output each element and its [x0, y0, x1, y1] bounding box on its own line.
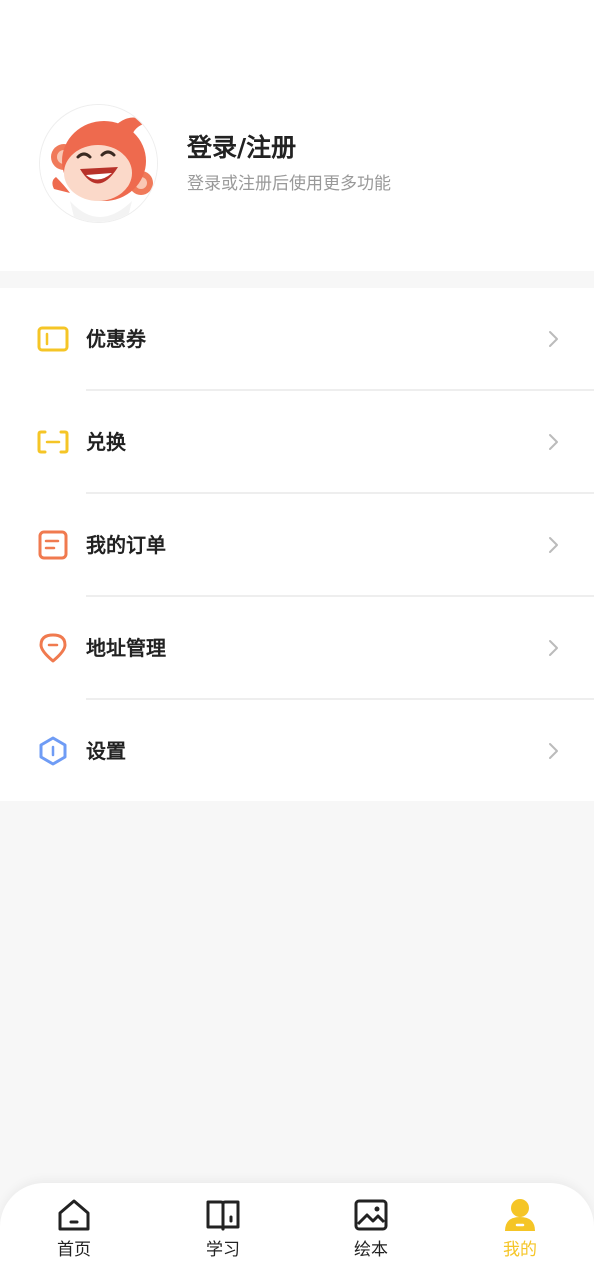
tab-label: 绘本 — [354, 1240, 388, 1260]
settings-icon — [39, 736, 67, 766]
exchange-icon — [37, 430, 69, 454]
tab-study[interactable]: 学习 — [173, 1195, 273, 1275]
tab-label: 我的 — [503, 1240, 537, 1260]
chevron-right-icon — [549, 434, 558, 450]
chevron-right-icon — [549, 331, 558, 347]
menu-list: 优惠券 兑换 我的订单 地址管理 设置 — [0, 288, 594, 801]
login-register-title[interactable]: 登录/注册 — [187, 130, 296, 166]
profile-header: 登录/注册 登录或注册后使用更多功能 — [0, 0, 594, 271]
tab-mine[interactable]: 我的 — [470, 1195, 570, 1275]
menu-item-label: 优惠券 — [86, 327, 146, 351]
avatar[interactable] — [39, 104, 158, 223]
chevron-right-icon — [549, 537, 558, 553]
menu-item-settings[interactable]: 设置 — [0, 700, 594, 803]
book-icon — [206, 1200, 240, 1231]
chevron-right-icon — [549, 743, 558, 759]
menu-item-label: 设置 — [86, 739, 126, 763]
user-icon — [505, 1199, 535, 1231]
menu-item-coupon[interactable]: 优惠券 — [0, 288, 594, 391]
tab-home[interactable]: 首页 — [24, 1195, 124, 1275]
monkey-avatar-icon — [40, 105, 157, 222]
menu-item-address[interactable]: 地址管理 — [0, 597, 594, 700]
tab-label: 学习 — [206, 1240, 240, 1260]
menu-item-label: 我的订单 — [86, 533, 166, 557]
menu-item-orders[interactable]: 我的订单 — [0, 494, 594, 597]
login-register-subtitle: 登录或注册后使用更多功能 — [187, 174, 391, 194]
tab-picture-book[interactable]: 绘本 — [321, 1195, 421, 1275]
menu-item-exchange[interactable]: 兑换 — [0, 391, 594, 494]
menu-item-label: 地址管理 — [86, 636, 166, 660]
home-icon — [58, 1199, 90, 1231]
tab-label: 首页 — [57, 1240, 91, 1260]
picture-icon — [354, 1199, 388, 1231]
chevron-right-icon — [549, 640, 558, 656]
menu-item-label: 兑换 — [86, 430, 126, 454]
bottom-tab-bar: 首页 学习 绘本 我的 — [0, 1183, 594, 1280]
location-icon — [39, 633, 67, 663]
coupon-icon — [37, 326, 69, 352]
order-icon — [38, 530, 68, 560]
